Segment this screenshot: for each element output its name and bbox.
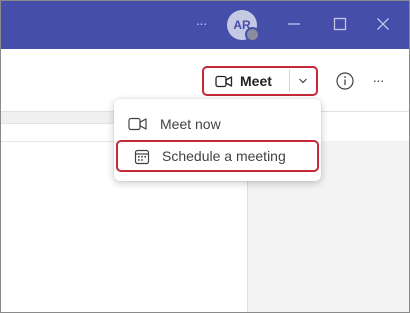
menu-item-label: Meet now xyxy=(160,116,221,132)
maximize-button[interactable] xyxy=(331,15,349,33)
meet-dropdown-button[interactable] xyxy=(290,68,316,94)
title-bar: ··· AR xyxy=(1,1,409,49)
info-button[interactable] xyxy=(335,71,355,91)
meet-button-group: Meet xyxy=(202,66,318,96)
chevron-down-icon xyxy=(299,78,307,84)
minimize-icon xyxy=(288,23,300,25)
teams-window: ··· AR Meet ··· Meet now Schedule a meet… xyxy=(0,0,410,313)
maximize-icon xyxy=(333,17,347,31)
close-icon xyxy=(377,18,389,30)
meet-label: Meet xyxy=(240,73,272,89)
close-button[interactable] xyxy=(374,15,392,33)
menu-item-meet-now[interactable]: Meet now xyxy=(114,108,321,142)
minimize-button[interactable] xyxy=(285,15,303,33)
video-camera-icon xyxy=(215,75,233,88)
video-camera-icon xyxy=(128,117,147,131)
info-icon xyxy=(336,72,354,90)
search-strip xyxy=(1,111,131,124)
avatar[interactable]: AR xyxy=(227,10,260,42)
meet-button[interactable]: Meet xyxy=(204,68,289,94)
calendar-icon xyxy=(134,149,150,165)
more-options-button[interactable]: ··· xyxy=(367,71,389,91)
menu-item-schedule-meeting[interactable]: Schedule a meeting xyxy=(116,140,319,172)
ellipsis-icon[interactable]: ··· xyxy=(191,13,211,33)
presence-status-icon xyxy=(245,27,260,42)
meet-dropdown-menu: Meet now Schedule a meeting xyxy=(114,99,321,181)
menu-item-label: Schedule a meeting xyxy=(162,148,286,164)
